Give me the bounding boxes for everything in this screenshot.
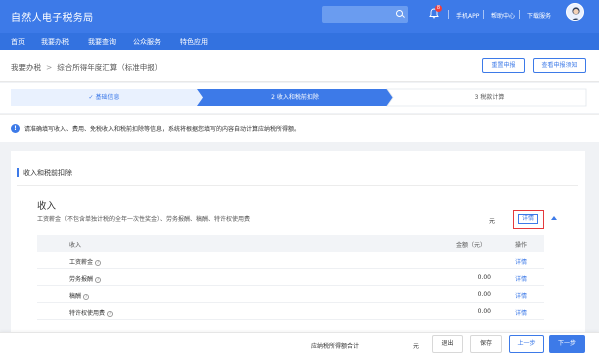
income-unit: 元 (489, 218, 496, 225)
col-amount: 金额（元） (456, 242, 487, 249)
row-name: 特许权使用费? (69, 308, 114, 317)
row-name: 稿酬? (69, 291, 90, 300)
site-title[interactable]: 自然人电子税务局 (11, 9, 93, 24)
col-action: 操作 (515, 242, 528, 249)
exit-button[interactable]: 退出 (432, 335, 463, 353)
divider (519, 10, 520, 19)
highlight-box: 详情 (513, 210, 544, 229)
row-detail-link[interactable]: 详情 (515, 291, 527, 300)
help-icon[interactable]: ? (95, 259, 102, 266)
row-detail-link[interactable]: 详情 (515, 308, 527, 317)
nav-tax-handling[interactable]: 我要办税 (41, 37, 69, 47)
nav-home[interactable]: 首页 (11, 37, 25, 47)
divider (448, 10, 449, 19)
income-title: 收入 (37, 201, 57, 212)
breadcrumb-current: 综合所得年度汇算（标准申报） (57, 63, 163, 72)
row-detail-link[interactable]: 详情 (515, 257, 527, 266)
section-divider (17, 185, 578, 186)
nav-public-service[interactable]: 公众服务 (133, 37, 161, 47)
help-icon[interactable]: ? (107, 310, 114, 317)
table-header: 收入 金额（元） 操作 (37, 235, 544, 252)
table-row: 工资薪金? 详情 (37, 252, 544, 269)
breadcrumb-parent[interactable]: 我要办税 (11, 63, 41, 72)
step-income-deduction: 2 收入和税前扣除 (271, 94, 319, 101)
notification-bell[interactable]: 8 (429, 5, 442, 19)
link-download-service[interactable]: 下载服务 (527, 11, 551, 20)
row-label: 工资薪金 (69, 259, 94, 266)
previous-step-button[interactable]: 上一步 (509, 335, 544, 353)
row-amount: 0.00 (477, 308, 491, 315)
next-step-button[interactable]: 下一步 (549, 335, 585, 353)
save-button[interactable]: 保存 (470, 335, 502, 353)
user-avatar[interactable] (566, 3, 584, 21)
progress-steps: ✓ 基础信息 2 收入和税前扣除 3 税款计算 (0, 83, 599, 113)
row-label: 特许权使用费 (69, 310, 106, 317)
info-text: 请准确填写收入、费用、免税收入和税前扣除等信息，系统将根据您填写的内容自动计算应… (24, 126, 301, 133)
row-detail-link[interactable]: 详情 (515, 274, 527, 283)
step-tax-calculation: 3 税款计算 (474, 94, 505, 101)
link-help-center[interactable]: 帮助中心 (491, 11, 515, 20)
section-accent-bar (17, 168, 19, 177)
income-subtitle: 工资薪金（不包含单独计税的全年一次性奖金）、劳务报酬、稿酬、特许权使用费 (37, 216, 251, 223)
table-row: 稿酬? 0.00 详情 (37, 286, 544, 303)
row-name: 劳务报酬? (69, 274, 102, 283)
breadcrumb-separator-icon: > (46, 63, 53, 72)
section-title: 收入和税前扣除 (23, 169, 72, 177)
info-notice: ! 请准确填写收入、费用、免税收入和税前扣除等信息，系统将根据您填写的内容自动计… (0, 114, 599, 142)
breadcrumb: 我要办税 > 综合所得年度汇算（标准申报） (11, 62, 162, 73)
view-notice-button[interactable]: 查看申报须知 (533, 58, 586, 73)
main-nav: 首页 我要办税 我要查询 公众服务 特色应用 (0, 33, 599, 50)
income-detail-button[interactable]: 详情 (518, 214, 538, 224)
table-row: 劳务报酬? 0.00 详情 (37, 269, 544, 286)
col-income: 收入 (69, 242, 82, 249)
step-basic-info: ✓ 基础信息 (11, 89, 197, 106)
nav-featured-apps[interactable]: 特色应用 (180, 37, 208, 47)
avatar-icon (572, 7, 580, 20)
help-icon[interactable]: ? (83, 293, 90, 300)
help-icon[interactable]: ? (95, 276, 102, 283)
divider (483, 10, 484, 19)
row-amount: 0.00 (477, 274, 491, 281)
step-label: 基础信息 (95, 94, 120, 101)
row-label: 稿酬 (69, 293, 82, 300)
row-name: 工资薪金? (69, 257, 102, 266)
nav-query[interactable]: 我要查询 (88, 37, 116, 47)
info-icon: ! (11, 124, 20, 133)
link-mobile-app[interactable]: 手机APP (456, 11, 479, 20)
search-input[interactable] (322, 6, 408, 23)
collapse-up-icon[interactable] (551, 216, 557, 220)
row-amount: 0.00 (477, 291, 491, 298)
table-row: 特许权使用费? 0.00 详情 (37, 303, 544, 320)
top-header: 自然人电子税务局 8 手机APP 帮助中心 下载服务 (0, 0, 599, 33)
search-icon[interactable] (396, 10, 403, 17)
notification-badge: 8 (435, 5, 442, 12)
reset-declaration-button[interactable]: 重置申报 (482, 58, 525, 73)
row-label: 劳务报酬 (69, 276, 94, 283)
total-unit: 元 (413, 343, 420, 350)
total-taxable-label: 应纳税所得额合计 (311, 343, 360, 350)
